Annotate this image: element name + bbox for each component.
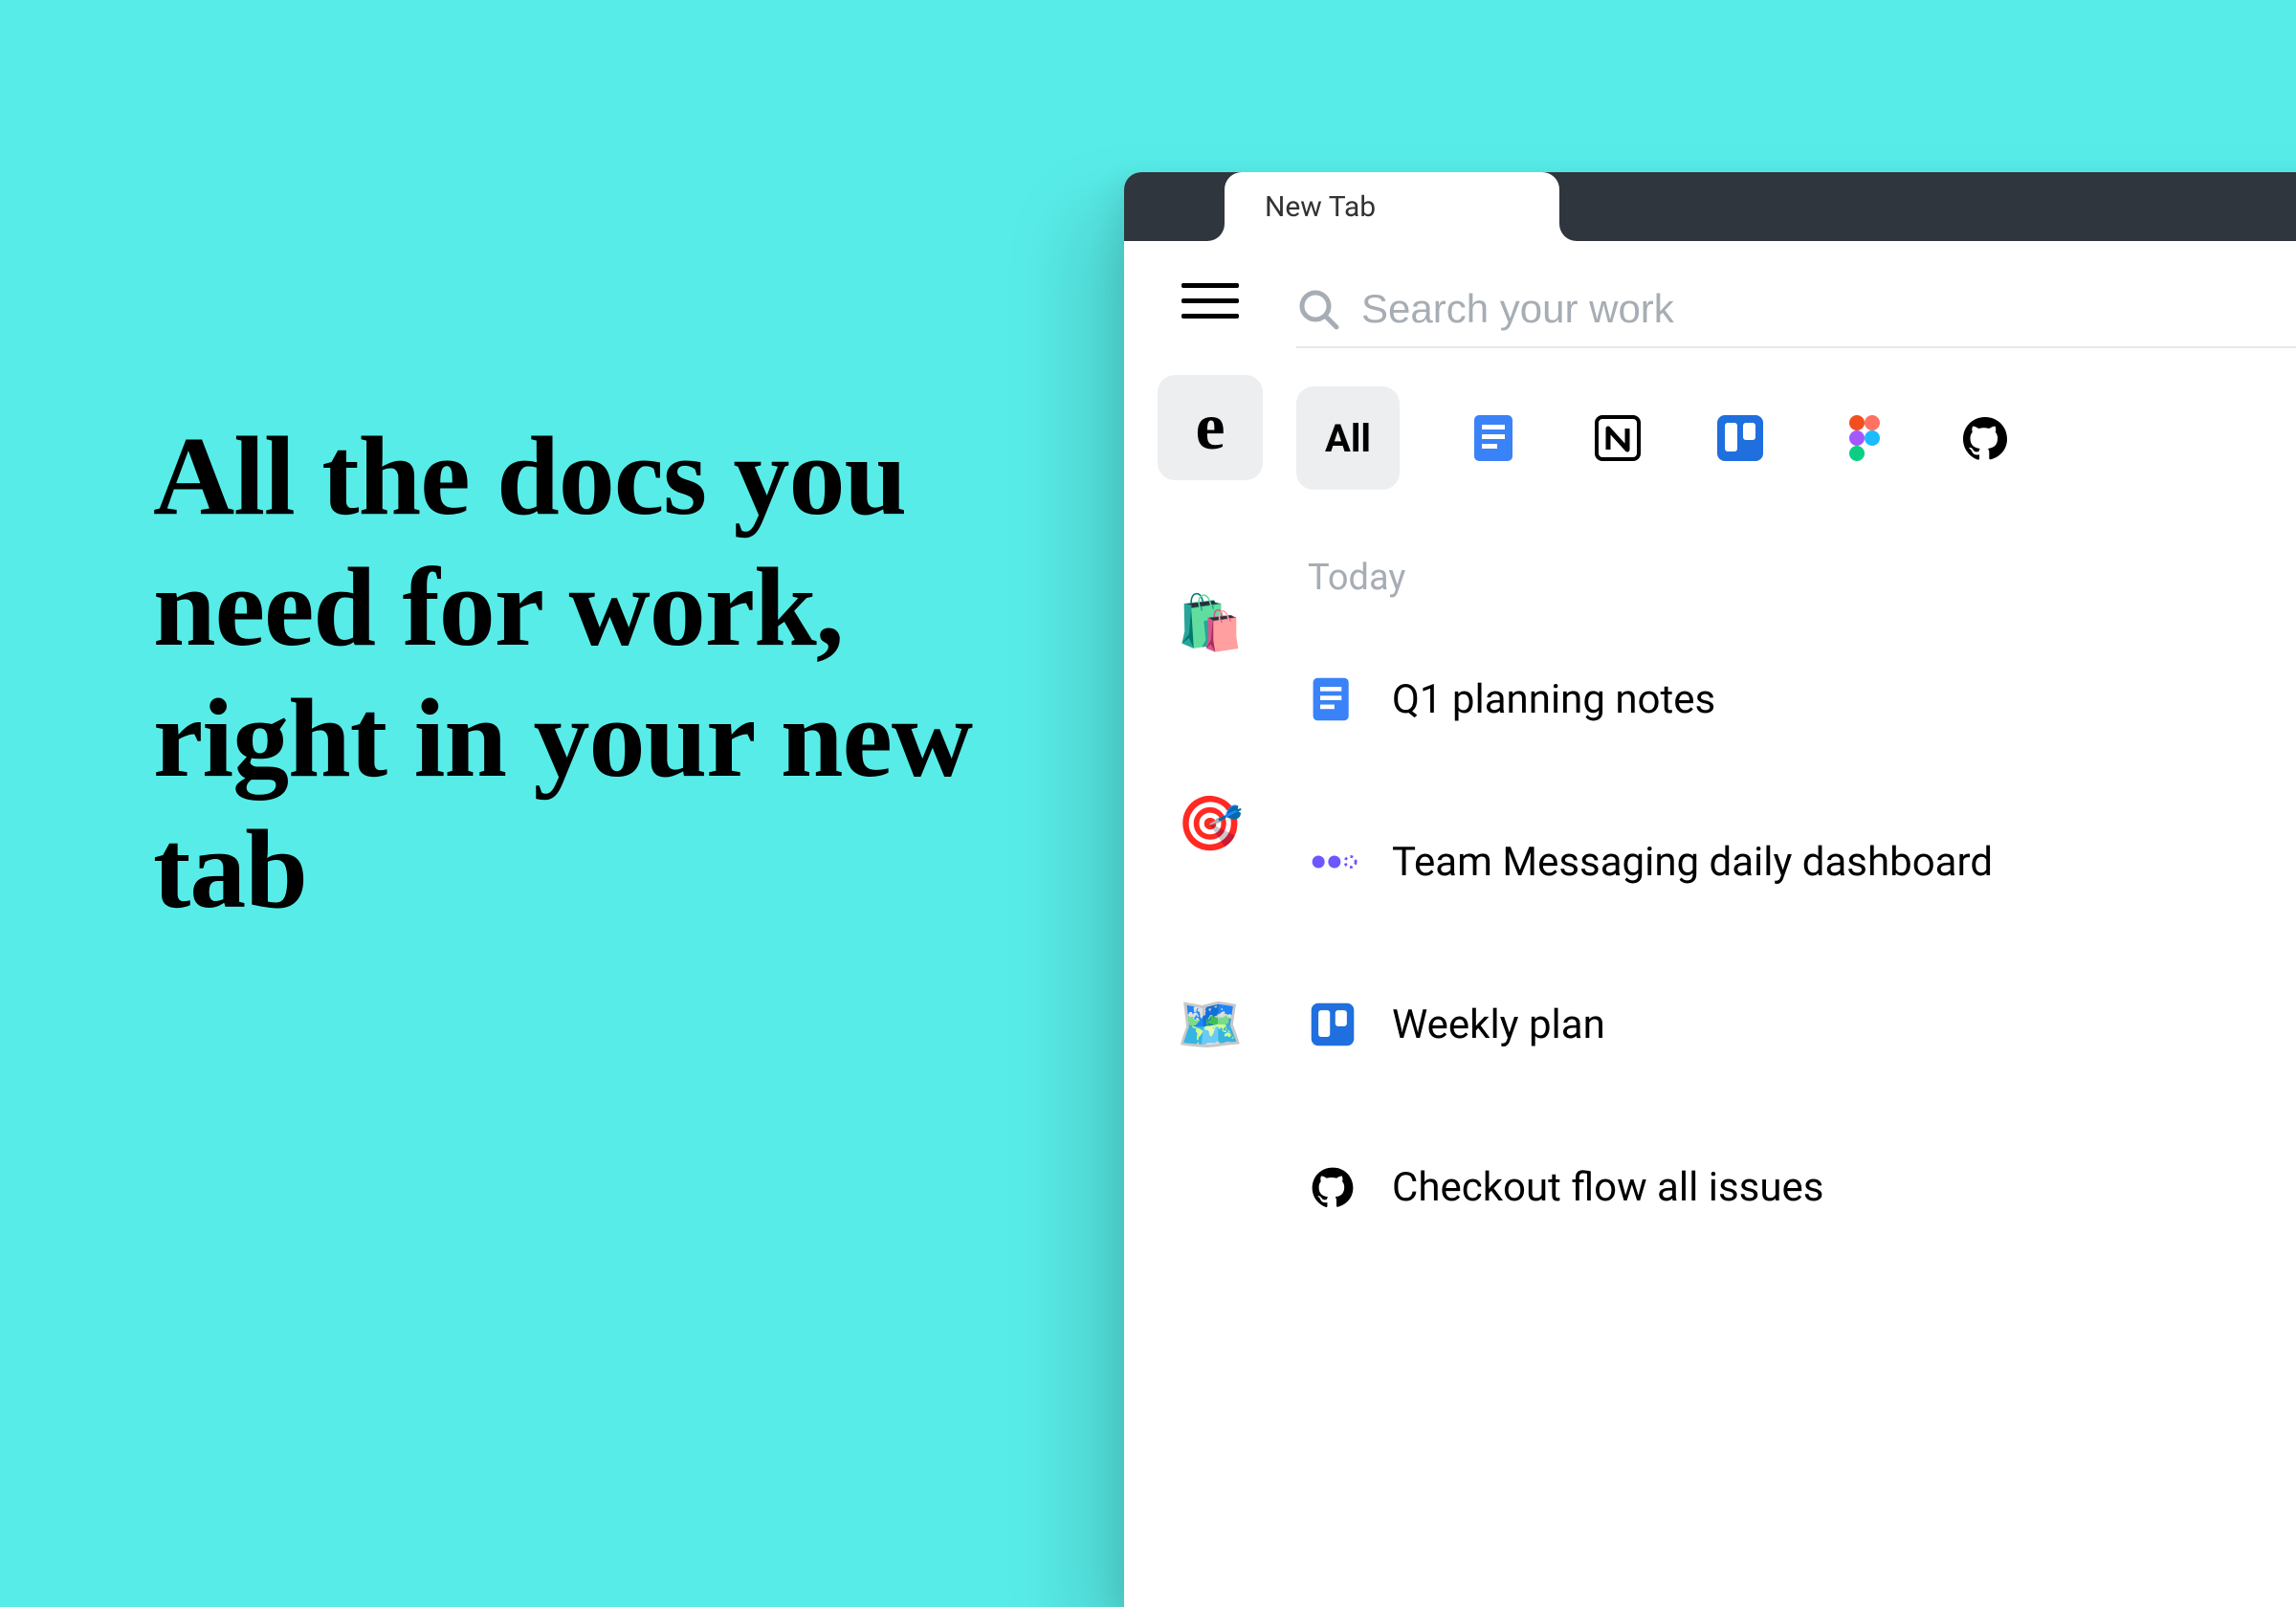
search-bar[interactable] <box>1296 272 2296 348</box>
google-docs-icon <box>1468 411 1522 465</box>
dots-icon <box>1308 837 1358 887</box>
filter-google-docs[interactable] <box>1468 411 1522 465</box>
workspace-tile-e[interactable]: e <box>1158 375 1263 480</box>
space-world-map[interactable]: 🗺️ <box>1177 993 1244 1056</box>
left-column: e 🛍️ 🎯 🗺️ <box>1124 241 1296 1607</box>
doc-row[interactable]: Checkout flow all issues <box>1296 1134 2296 1240</box>
filter-trello[interactable] <box>1713 411 1767 465</box>
browser-tab-new[interactable]: New Tab <box>1225 172 1559 241</box>
browser-tab-label: New Tab <box>1265 190 1376 224</box>
section-today: Today <box>1296 557 2296 599</box>
browser-tabstrip: New Tab <box>1124 172 2296 241</box>
trello-icon <box>1713 411 1767 465</box>
filter-github[interactable] <box>1958 411 2012 465</box>
search-input[interactable] <box>1361 286 2296 332</box>
marketing-headline: All the docs you need for work, right in… <box>153 411 1052 936</box>
github-icon <box>1308 1162 1358 1212</box>
space-shopping[interactable]: 🛍️ <box>1177 591 1244 654</box>
space-target[interactable]: 🎯 <box>1177 792 1244 855</box>
browser-window: New Tab e 🛍️ 🎯 🗺️ <box>1124 172 2296 1607</box>
doc-row[interactable]: Q1 planning notes <box>1296 647 2296 752</box>
notion-icon <box>1591 411 1645 465</box>
doc-title: Checkout flow all issues <box>1392 1164 1823 1211</box>
doc-title: Weekly plan <box>1392 1002 1605 1048</box>
filter-row: All <box>1296 386 2296 490</box>
main-column: All Today <box>1296 241 2296 1607</box>
filter-figma[interactable] <box>1836 411 1889 465</box>
search-icon <box>1296 287 1340 331</box>
doc-row[interactable]: Weekly plan <box>1296 972 2296 1077</box>
app-body: e 🛍️ 🎯 🗺️ All <box>1124 241 2296 1607</box>
doc-row[interactable]: Team Messaging daily dashboard <box>1296 809 2296 914</box>
menu-button[interactable] <box>1181 272 1239 329</box>
figma-icon <box>1836 411 1889 465</box>
filter-all[interactable]: All <box>1296 386 1400 490</box>
filter-notion[interactable] <box>1591 411 1645 465</box>
e-logo-icon: e <box>1195 389 1225 466</box>
doc-title: Team Messaging daily dashboard <box>1392 839 1993 886</box>
google-docs-icon <box>1308 674 1358 724</box>
trello-icon <box>1308 1000 1358 1049</box>
doc-title: Q1 planning notes <box>1392 676 1715 723</box>
github-icon <box>1958 411 2012 465</box>
filter-all-label: All <box>1325 416 1371 461</box>
